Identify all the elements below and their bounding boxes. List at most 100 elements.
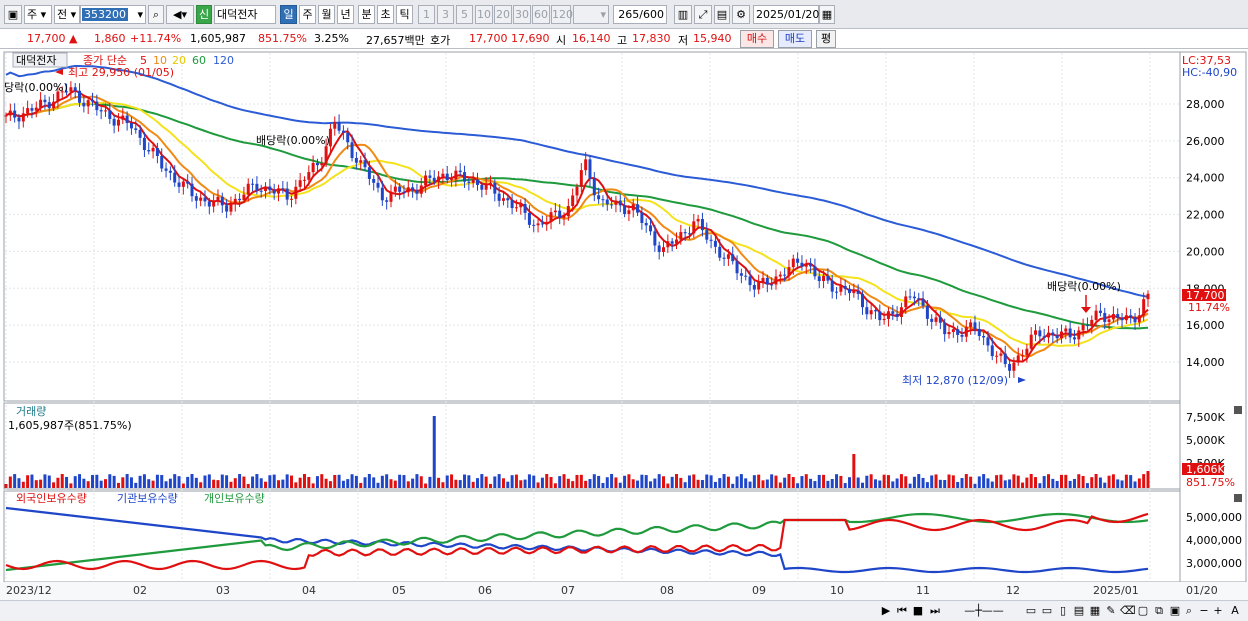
lock-icon[interactable]: ▢ [1136, 603, 1150, 618]
volume-bar [873, 479, 877, 488]
speaker-icon[interactable]: ◀▾ [166, 5, 194, 24]
candle-body [1055, 335, 1059, 339]
volume-bar [999, 474, 1003, 488]
candle-body [969, 322, 973, 328]
stock-name-field[interactable]: 대덕전자 [214, 5, 276, 24]
last-page-icon[interactable]: ⏭ [927, 603, 943, 618]
export-icon[interactable]: ⧉ [1152, 603, 1166, 618]
interval-5[interactable]: 5 [456, 5, 473, 24]
interval-1[interactable]: 1 [418, 5, 435, 24]
buy-button[interactable]: 매수 [740, 30, 774, 48]
interval-3[interactable]: 3 [437, 5, 454, 24]
candle-body [376, 182, 380, 188]
interval-30[interactable]: 30 [513, 5, 531, 24]
candle-body [69, 87, 73, 92]
zoom-in-icon[interactable]: + [1212, 603, 1224, 618]
period-day[interactable]: 일 [280, 5, 297, 24]
period-week[interactable]: 주 [299, 5, 316, 24]
period-month[interactable]: 월 [318, 5, 335, 24]
period-year[interactable]: 년 [337, 5, 354, 24]
stop-icon[interactable]: ■ [911, 603, 925, 618]
volume-bar [108, 474, 112, 488]
period-second[interactable]: 초 [377, 5, 394, 24]
list-icon[interactable]: ▤ [1072, 603, 1086, 618]
volume-bar [592, 474, 596, 488]
candle-body [1047, 332, 1051, 338]
sell-button[interactable]: 매도 [778, 30, 812, 48]
pen-icon[interactable]: ✎ [1104, 603, 1118, 618]
eraser-icon[interactable]: ⌫ [1120, 603, 1136, 618]
custom-interval-select[interactable]: ▾ [573, 5, 609, 24]
first-page-icon[interactable]: ⏮ [894, 603, 910, 618]
candle-body [212, 201, 216, 207]
volume-bar [735, 476, 739, 488]
scroll-right-icon[interactable]: ▶ [880, 603, 892, 618]
magnifier-icon[interactable]: ⌕ [1182, 603, 1196, 618]
volume-bar [995, 475, 999, 488]
draw-tool-icon[interactable]: ⤢ [694, 5, 712, 24]
grid-icon[interactable]: ▦ [1088, 603, 1102, 618]
hold-tick-1: 4,000,000 [1186, 534, 1242, 547]
save-icon[interactable]: ▤ [714, 5, 730, 24]
candle-body [207, 201, 211, 207]
interval-120[interactable]: 120 [551, 5, 573, 24]
volume-bar [519, 480, 523, 488]
date-field[interactable]: 2025/01/20 [753, 5, 819, 24]
close-icon[interactable] [1234, 494, 1242, 502]
zoom-out-icon[interactable]: − [1198, 603, 1210, 618]
volume-bar [194, 477, 198, 488]
count-field[interactable]: 265/600 [613, 5, 667, 24]
volume-bar [1051, 478, 1055, 488]
close-icon[interactable] [1234, 406, 1242, 414]
volume-bar [640, 474, 644, 488]
candle-body [912, 296, 916, 299]
search-icon[interactable]: ⌕ [148, 5, 164, 24]
candle-body [856, 291, 860, 294]
candle-body [982, 335, 986, 338]
interval-10[interactable]: 10 [475, 5, 493, 24]
range-select[interactable]: 전 ▾ [54, 5, 80, 24]
volume-bar [424, 483, 428, 488]
market-select[interactable]: 주 ▾ [24, 5, 52, 24]
candle-body [424, 175, 428, 186]
chevron-down-icon[interactable]: ▾ [137, 6, 143, 23]
code-input[interactable]: 353200 ▾ [80, 5, 146, 24]
view-icon[interactable]: ▭ [1024, 603, 1038, 618]
interval-60[interactable]: 60 [532, 5, 550, 24]
interval-20[interactable]: 20 [494, 5, 512, 24]
candle-body [281, 188, 285, 190]
candle-body [138, 129, 142, 138]
volume-bar [614, 477, 618, 488]
window-icon[interactable]: ▣ [4, 5, 22, 24]
volume-panel [3, 402, 1181, 490]
volume-bar [307, 476, 311, 488]
volume-bar [1016, 475, 1020, 488]
candle-body [752, 285, 756, 290]
candle-type-icon[interactable]: ▥ [674, 5, 692, 24]
candle-body [761, 277, 765, 283]
split-icon[interactable]: ▭ [1040, 603, 1054, 618]
zoom-slider[interactable]: —┼—— [948, 603, 1020, 618]
volume-bar [129, 477, 133, 488]
eval-button[interactable]: 평 [816, 30, 836, 48]
volume-bar [359, 482, 363, 488]
period-tick[interactable]: 틱 [396, 5, 413, 24]
volume-bar [458, 480, 462, 488]
volume-bar [977, 476, 981, 488]
print-icon[interactable]: ▣ [1168, 603, 1182, 618]
candle-body [155, 147, 159, 156]
font-size-icon[interactable]: A [1228, 603, 1242, 618]
gear-icon[interactable]: ⚙ [732, 5, 750, 24]
period-minute[interactable]: 분 [358, 5, 375, 24]
candle-body [588, 159, 592, 179]
calendar-icon[interactable]: ▦ [819, 5, 835, 24]
candle-body [324, 146, 328, 164]
volume-bar [60, 474, 64, 488]
volume-bar [752, 475, 756, 488]
candle-body [194, 196, 198, 201]
volume-bar [869, 474, 873, 488]
candle-body [731, 254, 735, 262]
compare-icon[interactable]: ▯ [1056, 603, 1070, 618]
candle-body [653, 231, 657, 246]
volume-bar [532, 475, 536, 488]
